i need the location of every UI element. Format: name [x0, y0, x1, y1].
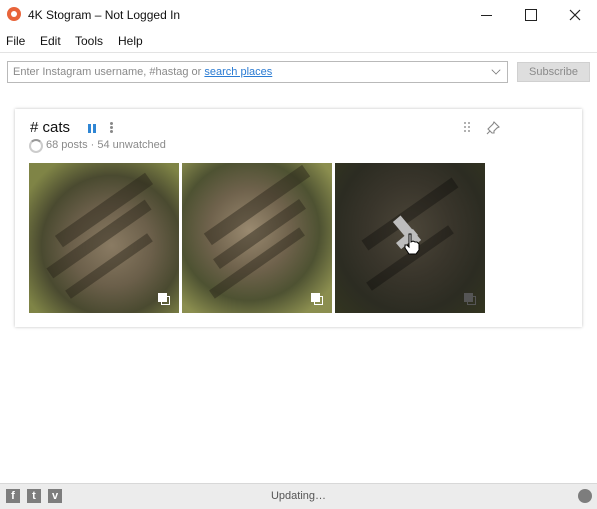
main-content: # cats 68 posts · 54 unwatched: [0, 93, 597, 483]
menu-bar: File Edit Tools Help: [0, 31, 597, 51]
posts-count: 68 posts: [46, 139, 88, 151]
status-bar: f t v Updating…: [0, 483, 597, 509]
maximize-button[interactable]: [508, 0, 554, 30]
globe-icon[interactable]: [578, 489, 592, 503]
hand-cursor-icon: [404, 233, 420, 255]
subscribe-button[interactable]: Subscribe: [517, 62, 590, 82]
carousel-icon: [158, 293, 170, 305]
pin-icon[interactable]: [486, 121, 500, 135]
pause-icon[interactable]: [88, 124, 97, 133]
search-input[interactable]: Enter Instagram username, #hastag or sea…: [7, 61, 508, 83]
app-logo-icon: [7, 7, 21, 21]
subscription-stats: 68 posts · 54 unwatched: [46, 139, 166, 151]
photo-thumbnail[interactable]: [182, 163, 332, 313]
photo-thumbnail[interactable]: [29, 163, 179, 313]
carousel-icon: [464, 293, 476, 305]
subscription-card: # cats 68 posts · 54 unwatched: [15, 109, 582, 327]
menu-tools[interactable]: Tools: [75, 34, 103, 48]
status-text: Updating…: [270, 490, 327, 502]
drag-handle-icon[interactable]: [464, 122, 472, 134]
search-placeholder: Enter Instagram username, #hastag or sea…: [13, 66, 273, 78]
search-row: Enter Instagram username, #hastag or sea…: [0, 52, 597, 93]
photo-thumbnail-hovered[interactable]: [335, 163, 485, 313]
title-bar: 4K Stogram – Not Logged In: [0, 0, 597, 30]
maximize-icon: [525, 9, 537, 21]
chevron-down-icon[interactable]: [491, 65, 501, 75]
unwatched-count: 54 unwatched: [97, 139, 166, 151]
close-icon: [569, 9, 581, 21]
carousel-icon: [311, 293, 323, 305]
minimize-icon: [480, 14, 492, 16]
subscription-title[interactable]: # cats: [30, 119, 70, 136]
menu-help[interactable]: Help: [118, 34, 143, 48]
minimize-button[interactable]: [463, 0, 509, 30]
close-button[interactable]: [552, 0, 597, 30]
more-options-icon[interactable]: [110, 122, 114, 134]
search-places-link[interactable]: search places: [204, 66, 272, 78]
menu-file[interactable]: File: [6, 34, 25, 48]
window-title: 4K Stogram – Not Logged In: [28, 8, 181, 22]
menu-edit[interactable]: Edit: [40, 34, 61, 48]
loading-spinner-icon: [29, 139, 43, 153]
